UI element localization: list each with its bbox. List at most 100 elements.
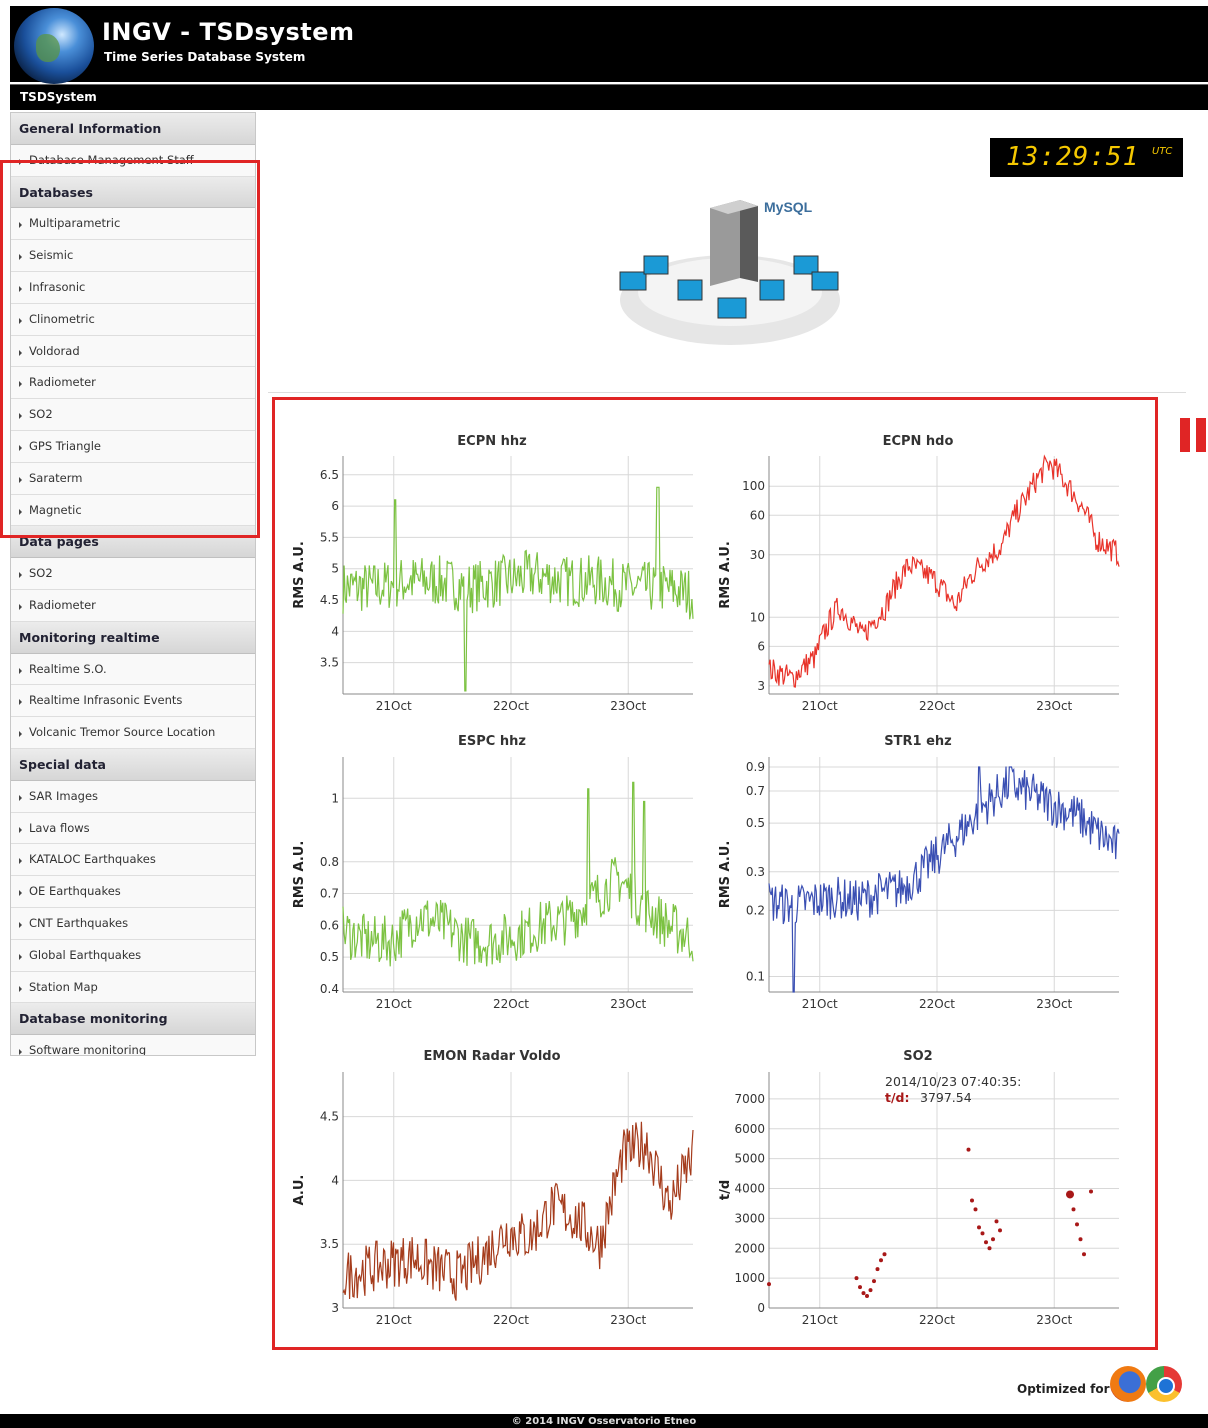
sidebar-item[interactable]: Realtime S.O. (11, 653, 255, 686)
series-line (342, 486, 694, 692)
sidebar-item[interactable]: Volcanic Tremor Source Location (11, 717, 255, 749)
chrome-icon[interactable] (1146, 1366, 1182, 1402)
breadcrumb-home[interactable]: TSDSystem (20, 90, 97, 104)
y-tick-label: 6000 (734, 1122, 765, 1136)
x-tick-label: 23Oct (1036, 997, 1072, 1011)
y-axis-label: A.U. (292, 1175, 307, 1206)
sidebar-item[interactable]: Radiometer (11, 589, 255, 622)
scatter-point (966, 1147, 971, 1152)
sidebar-item[interactable]: Realtime Infrasonic Events (11, 685, 255, 718)
site-subtitle: Time Series Database System (104, 50, 306, 64)
scatter-point (1071, 1207, 1076, 1212)
y-tick-label: 3.5 (320, 656, 339, 670)
y-axis-label: RMS A.U. (718, 841, 733, 909)
y-tick-label: 60 (750, 508, 765, 522)
sidebar-item[interactable]: Global Earthquakes (11, 939, 255, 972)
sidebar-item[interactable]: GPS Triangle (11, 430, 255, 463)
scatter-point (970, 1198, 974, 1203)
chart-title: ESPC hhz (458, 734, 526, 749)
charts-svg: ECPN hhz RMS A.U. 3.5 4 4.5 5 5.5 6 6.5 21Oct 22Oc… (292, 434, 1120, 1327)
globe-logo-icon (14, 8, 94, 84)
highlighted-point (1066, 1190, 1074, 1199)
y-tick-label: 4.5 (320, 1110, 339, 1124)
y-axis-label: RMS A.U. (292, 541, 307, 609)
sidebar-item[interactable]: Voldorad (11, 335, 255, 368)
sidebar-item[interactable]: Clinometric (11, 303, 255, 336)
y-tick-label: 0.9 (746, 760, 765, 774)
sidebar-section-heading: Database monitoring (11, 1003, 255, 1036)
y-tick-label: 100 (742, 479, 765, 493)
sidebar-item[interactable]: Magnetic (11, 494, 255, 527)
y-tick-label: 3 (757, 679, 765, 693)
y-axis-label: RMS A.U. (292, 841, 307, 909)
chart-title: STR1 ehz (884, 734, 951, 749)
y-tick-label: 1 (331, 791, 339, 805)
x-tick-label: 22Oct (493, 1313, 529, 1327)
series-line (342, 1121, 694, 1301)
sidebar-item[interactable]: Multiparametric (11, 208, 255, 241)
page: INGV - TSDsystem Time Series Database Sy… (0, 0, 1208, 1428)
y-tick-label: 0.8 (320, 855, 339, 869)
x-tick-label: 23Oct (610, 997, 646, 1011)
y-tick-label: 0.6 (320, 918, 339, 932)
footer: © 2014 INGV Osservatorio Etneo (0, 1414, 1208, 1428)
sidebar-item[interactable]: SO2 (11, 558, 255, 590)
scatter-point (994, 1219, 999, 1224)
x-tick-label: 22Oct (919, 1313, 955, 1327)
firefox-icon[interactable] (1110, 1366, 1146, 1402)
copyright-text: © 2014 INGV Osservatorio Etneo (511, 1416, 697, 1427)
clock-time: 13:29:51 (1006, 142, 1140, 172)
scatter-point (872, 1279, 876, 1284)
sidebar-item[interactable]: CNT Earthquakes (11, 907, 255, 940)
x-tick-label: 21Oct (802, 997, 838, 1011)
x-tick-label: 23Oct (1036, 699, 1072, 713)
series-line (768, 766, 1120, 993)
mysql-label: MySQL (764, 199, 813, 215)
y-axis-label: t/d (718, 1180, 733, 1200)
breadcrumb-bar: TSDSystem (10, 84, 1208, 110)
sidebar-section-heading: General Information (11, 113, 255, 145)
y-tick-label: 7000 (734, 1092, 765, 1106)
y-tick-label: 6.5 (320, 468, 339, 482)
sidebar-item[interactable]: Saraterm (11, 462, 255, 495)
y-tick-label: 10 (750, 610, 765, 624)
sidebar-item[interactable]: OE Earthquakes (11, 876, 255, 908)
x-tick-label: 22Oct (919, 997, 955, 1011)
series-line (342, 781, 694, 967)
tooltip-label: t/d: (885, 1090, 910, 1105)
chart-title: ECPN hdo (883, 434, 954, 449)
scatter-point (1082, 1252, 1086, 1257)
sidebar-item[interactable]: KATALOC Earthquakes (11, 844, 255, 877)
y-tick-label: 3 (331, 1301, 339, 1315)
y-tick-label: 6 (331, 499, 339, 513)
sidebar-item[interactable]: Database Management Staff (11, 144, 255, 177)
scatter-point (980, 1231, 985, 1236)
y-tick-label: 0.5 (746, 816, 765, 830)
sidebar-item[interactable]: Station Map (11, 971, 255, 1004)
sidebar-menu: General Information Database Management S… (10, 112, 256, 1056)
scatter-point (868, 1288, 873, 1293)
x-tick-label: 23Oct (610, 699, 646, 713)
y-tick-label: 0 (757, 1301, 765, 1315)
y-tick-label: 4000 (734, 1182, 765, 1196)
scatter-point (767, 1282, 771, 1287)
scatter-point (861, 1291, 866, 1296)
y-tick-label: 0.7 (746, 784, 765, 798)
pause-icon[interactable] (1180, 418, 1208, 452)
sidebar-item[interactable]: Seismic (11, 240, 255, 272)
sidebar-item[interactable]: Lava flows (11, 812, 255, 845)
x-tick-label: 23Oct (610, 1313, 646, 1327)
sidebar-item[interactable]: SO2 (11, 399, 255, 431)
scatter-point (998, 1228, 1002, 1233)
sidebar-item[interactable]: Radiometer (11, 367, 255, 400)
scatter-point (987, 1246, 992, 1251)
sidebar-item[interactable]: Infrasonic (11, 271, 255, 304)
scatter-point (858, 1285, 862, 1290)
scatter-point (991, 1237, 995, 1242)
scatter-point (879, 1258, 883, 1263)
sidebar-item[interactable]: SAR Images (11, 780, 255, 813)
charts-panel: ECPN hhz RMS A.U. 3.5 4 4.5 5 5.5 6 6.5 21Oct 22Oc… (272, 397, 1158, 1350)
y-tick-label: 4.5 (320, 593, 339, 607)
utc-clock: 13:29:51 UTC (990, 138, 1183, 177)
sidebar-item[interactable]: Software monitoring (11, 1035, 255, 1055)
